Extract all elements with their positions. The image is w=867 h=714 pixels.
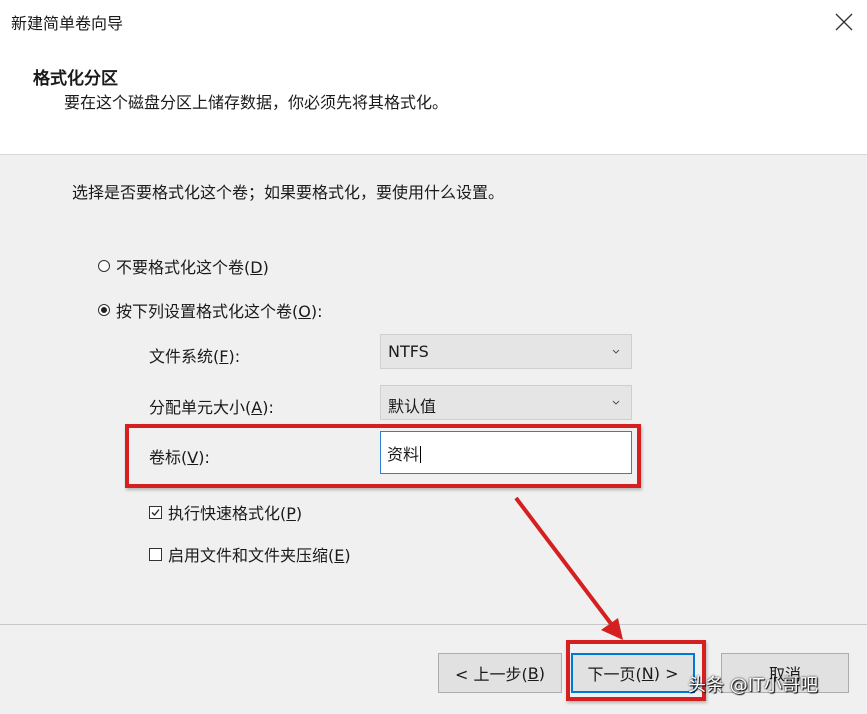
next-button[interactable]: 下一页(N) > [571, 653, 695, 693]
back-button[interactable]: < 上一步(B) [438, 653, 562, 693]
allocation-unit-label: 分配单元大小(A): [149, 398, 274, 417]
new-simple-volume-wizard: 新建简单卷向导 格式化分区 要在这个磁盘分区上储存数据，你必须先将其格式化。 选… [0, 0, 867, 714]
wizard-body: 选择是否要格式化这个卷；如果要格式化，要使用什么设置。 不要格式化这个卷(D) … [0, 154, 867, 625]
page-subtitle: 要在这个磁盘分区上储存数据，你必须先将其格式化。 [64, 93, 449, 112]
volume-label-label: 卷标(V): [149, 448, 210, 467]
radio-button-on [98, 304, 110, 316]
wizard-header: 格式化分区 要在这个磁盘分区上储存数据，你必须先将其格式化。 [0, 44, 867, 154]
close-button[interactable] [826, 4, 862, 40]
window-title: 新建简单卷向导 [11, 14, 124, 33]
quick-format-checkbox[interactable]: 执行快速格式化(P) [149, 500, 302, 524]
quick-format-label: 执行快速格式化(P) [168, 504, 303, 523]
allocation-unit-value: 默认值 [388, 397, 437, 416]
volume-label-input[interactable]: 资料 [380, 431, 632, 474]
volume-label-value: 资料 [387, 445, 422, 464]
radio-button-off [98, 260, 110, 272]
file-system-label: 文件系统(F): [149, 347, 241, 366]
compression-checkbox[interactable]: 启用文件和文件夹压缩(E) [149, 542, 351, 566]
allocation-unit-dropdown[interactable]: 默认值 [380, 385, 632, 420]
watermark-text: 头条 @IT小哥吧 [688, 675, 819, 696]
file-system-dropdown[interactable]: NTFS [380, 334, 632, 369]
radio-do-not-format[interactable]: 不要格式化这个卷(D) [98, 254, 269, 278]
title-bar: 新建简单卷向导 [0, 0, 867, 44]
checkbox-unchecked [149, 547, 162, 561]
checkbox-checked [149, 505, 162, 519]
page-title: 格式化分区 [33, 69, 118, 89]
chevron-down-icon [612, 400, 620, 405]
radio-do-not-format-label: 不要格式化这个卷(D) [116, 258, 269, 277]
radio-format-label: 按下列设置格式化这个卷(O): [116, 302, 323, 321]
wizard-footer: < 上一步(B) 下一页(N) > 取消 [0, 624, 867, 714]
compression-label: 启用文件和文件夹压缩(E) [168, 546, 351, 565]
radio-format-with-settings[interactable]: 按下列设置格式化这个卷(O): [98, 298, 322, 322]
checkmark-icon [151, 508, 160, 516]
format-prompt: 选择是否要格式化这个卷；如果要格式化，要使用什么设置。 [72, 183, 505, 202]
file-system-value: NTFS [388, 342, 429, 361]
text-caret [420, 446, 422, 463]
chevron-down-icon [612, 349, 620, 354]
close-icon [835, 13, 853, 31]
